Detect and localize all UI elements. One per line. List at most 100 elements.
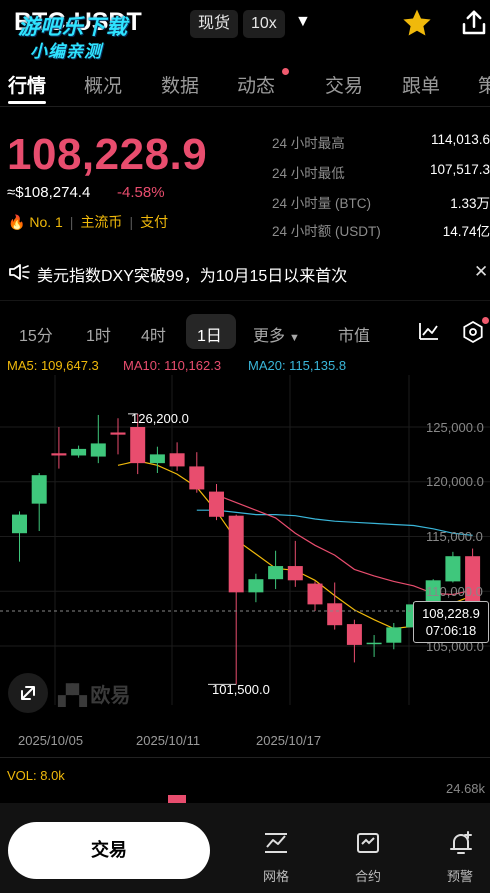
candle-body-11 xyxy=(228,515,244,593)
pair-dropdown-icon[interactable]: ▼ xyxy=(295,13,311,31)
close-notice-icon[interactable]: ✕ xyxy=(474,262,488,282)
expand-chart-button[interactable] xyxy=(8,673,48,713)
fire-icon: 🔥 xyxy=(8,214,26,230)
interval-market-cap[interactable]: 市值 xyxy=(338,322,370,346)
candle-body-6 xyxy=(130,427,146,464)
tab-copy-trading[interactable]: 跟单 xyxy=(402,71,440,98)
candle-body-9 xyxy=(189,466,205,490)
stat-label-low: 24 小时最低 xyxy=(272,166,345,181)
stat-value-high: 114,013.6 xyxy=(430,132,490,147)
x-tick-1005: 2025/10/05 xyxy=(18,733,84,748)
stat-value-volume: 1.33万 xyxy=(450,196,490,211)
notice-divider xyxy=(0,300,490,301)
okx-logo-icon: ▞▚ xyxy=(58,685,87,707)
interval-15m[interactable]: 15分 xyxy=(19,322,53,346)
tab-news[interactable]: 动态 xyxy=(237,71,275,98)
tab-overview[interactable]: 概况 xyxy=(84,71,122,98)
volume-max-label: 24.68k xyxy=(446,781,486,796)
tab-market[interactable]: 行情 xyxy=(8,71,46,98)
usd-value: ≈$108,274.4 xyxy=(7,184,91,201)
candle-body-7 xyxy=(149,454,165,464)
okx-logo-text: 欧易 xyxy=(90,685,131,707)
price-change: -4.58% xyxy=(117,184,165,201)
current-price-tag: 108,228.9 07:06:18 xyxy=(413,601,489,643)
candle-body-3 xyxy=(71,448,87,456)
interval-1d[interactable]: 1日 xyxy=(197,322,222,346)
stat-label-turnover: 24 小时额 (USDT) xyxy=(272,224,381,239)
notice-text[interactable]: 美元指数DXY突破99，为10月15日以来首次 xyxy=(37,262,347,286)
stat-value-turnover: 14.74亿 xyxy=(442,224,490,239)
volume-label: VOL: 8.0k xyxy=(7,768,65,783)
y-tick-125000: 125,000.0 xyxy=(426,420,484,435)
trade-button[interactable]: 交易 xyxy=(8,822,210,879)
expand-icon xyxy=(21,686,35,700)
candle-body-10 xyxy=(209,491,224,517)
more-caret-icon: ▼ xyxy=(289,332,300,344)
candle-body-22 xyxy=(445,556,461,582)
x-tick-1011: 2025/10/11 xyxy=(136,733,201,748)
candle-body-1 xyxy=(31,475,47,504)
okx-watermark-logo: ▞▚ 欧易 xyxy=(58,679,130,708)
volume-divider xyxy=(0,757,490,758)
candle-body-8 xyxy=(169,453,185,467)
tab-trade[interactable]: 交易 xyxy=(325,71,363,98)
candle-body-15 xyxy=(307,583,323,605)
leverage-badge[interactable]: 10x xyxy=(243,10,285,38)
active-tab-indicator xyxy=(8,101,46,104)
spot-badge[interactable]: 现货 xyxy=(190,10,239,38)
tab-strategy[interactable]: 策 xyxy=(478,71,490,98)
nav-contract[interactable]: 合约 xyxy=(343,866,393,885)
y-tick-120000: 120,000.0 xyxy=(426,474,484,489)
tag-row: 🔥 No. 1 | 主流币 | 支付 xyxy=(8,214,169,230)
low-price-annotation: 101,500.0 xyxy=(212,682,270,697)
interval-more-label: 更多 xyxy=(253,328,286,345)
interval-more[interactable]: 更多 ▼ xyxy=(253,322,300,346)
tabs-divider xyxy=(0,106,490,107)
news-notification-dot xyxy=(282,68,289,75)
candle-body-17 xyxy=(346,624,362,645)
candle-body-2 xyxy=(51,453,67,456)
candle-body-16 xyxy=(327,603,343,626)
tab-data[interactable]: 数据 xyxy=(161,71,199,98)
candlestick-chart[interactable] xyxy=(0,375,490,705)
settings-hexagon-icon[interactable] xyxy=(461,320,485,344)
candle-body-14 xyxy=(287,566,303,581)
watermark-line-2: 小编亲测 xyxy=(30,42,102,61)
interval-1h[interactable]: 1时 xyxy=(86,322,111,346)
y-tick-115000: 115,000.0 xyxy=(426,529,483,544)
interval-4h[interactable]: 4时 xyxy=(141,322,166,346)
payment-tag[interactable]: 支付 xyxy=(140,214,168,230)
candle-body-19 xyxy=(386,627,402,643)
candle-body-0 xyxy=(12,514,27,534)
mainstream-tag[interactable]: 主流币 xyxy=(80,214,122,230)
speaker-icon xyxy=(9,264,30,280)
settings-notification-dot xyxy=(482,317,489,324)
candle-body-12 xyxy=(248,579,264,593)
high-price-annotation: 126,200.0 xyxy=(131,411,189,426)
stat-label-volume: 24 小时量 (BTC) xyxy=(272,196,372,211)
y-tick-110000: 110,000.0 xyxy=(426,584,483,599)
candle-body-4 xyxy=(90,443,106,457)
stat-value-low: 107,517.3 xyxy=(429,162,490,177)
x-tick-1017: 2025/10/17 xyxy=(256,733,322,748)
nav-grid[interactable]: 网格 xyxy=(251,866,301,885)
rank-tag[interactable]: No. 1 xyxy=(29,214,62,230)
grid-bot-icon[interactable] xyxy=(262,829,290,857)
candle-body-5 xyxy=(110,432,126,435)
contract-icon[interactable] xyxy=(354,829,382,857)
volume-bar xyxy=(168,795,186,803)
share-icon[interactable] xyxy=(459,8,489,38)
candle-body-13 xyxy=(268,566,284,580)
ma20-label: MA20: 115,135.8 xyxy=(248,358,347,373)
favorite-star-icon[interactable] xyxy=(401,7,433,39)
current-price-value: 108,228.9 xyxy=(422,606,480,621)
ma5-label: MA5: 109,647.3 xyxy=(7,358,99,373)
stat-label-high: 24 小时最高 xyxy=(272,136,345,151)
alert-bell-icon[interactable] xyxy=(447,829,475,857)
last-price: 108,228.9 xyxy=(7,130,208,179)
candle-countdown: 07:06:18 xyxy=(425,623,477,638)
ma10-label: MA10: 110,162.3 xyxy=(123,358,222,373)
nav-alert[interactable]: 预警 xyxy=(435,866,485,885)
candle-body-18 xyxy=(366,642,382,645)
indicator-chart-icon[interactable] xyxy=(417,320,441,342)
